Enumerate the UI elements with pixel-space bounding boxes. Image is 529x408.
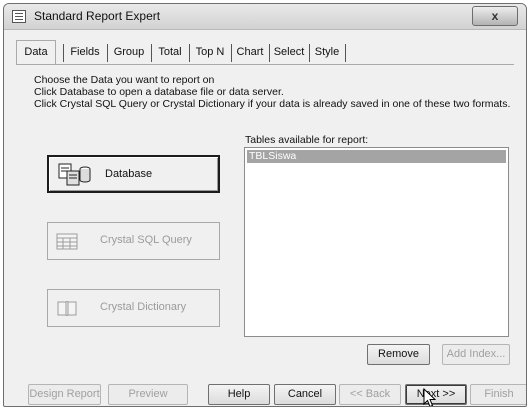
close-button[interactable]: x [472,6,518,26]
tables-available-label: Tables available for report: [245,134,369,146]
crystal-sql-query-label: Crystal SQL Query [100,234,192,246]
instruction-heading: Choose the Data you want to report on [34,74,215,86]
tab-separator [345,44,346,62]
crystal-dictionary-button[interactable]: Crystal Dictionary [47,289,220,327]
crystal-sql-query-button[interactable]: Crystal SQL Query [47,222,220,260]
tab-data[interactable]: Data [16,40,56,64]
add-index-button[interactable]: Add Index... [442,344,510,365]
help-button[interactable]: Help [208,384,270,405]
finish-button[interactable]: Finish [470,384,526,405]
tab-separator [231,44,232,62]
sql-query-icon [56,233,78,250]
tab-separator [189,44,190,62]
tables-listbox[interactable]: TBLSiswa [244,147,509,337]
tab-top-n[interactable]: Top N [192,42,228,64]
instruction-crystal: Click Crystal SQL Query or Crystal Dicti… [34,98,511,110]
tab-group[interactable]: Group [110,42,148,64]
back-button[interactable]: << Back [339,384,401,405]
instructions: Choose the Data you want to report on Cl… [34,74,510,110]
tab-chart[interactable]: Chart [234,42,266,64]
database-icon [58,163,91,186]
tab-fields[interactable]: Fields [66,42,104,64]
crystal-dictionary-label: Crystal Dictionary [100,301,187,313]
tab-separator [63,44,64,62]
design-report-button[interactable]: Design Report [28,384,101,405]
window-title: Standard Report Expert [34,9,161,23]
table-list-item[interactable]: TBLSiswa [247,150,506,163]
dictionary-book-icon [57,301,77,316]
database-button-label: Database [105,168,153,180]
tab-separator [107,44,108,62]
title-bar[interactable]: Standard Report Expert x [4,4,526,30]
tab-total[interactable]: Total [154,42,186,64]
instruction-database: Click Database to open a database file o… [34,86,284,98]
preview-sample-button[interactable]: Preview Sample [108,384,188,405]
cancel-button[interactable]: Cancel [274,384,336,405]
standard-report-expert-dialog: Standard Report Expert x Data Fields Gro… [3,3,527,407]
tab-separator [151,44,152,62]
tab-separator [269,44,270,62]
tab-separator [309,44,310,62]
tab-style[interactable]: Style [312,42,342,64]
tab-panel-border [16,64,514,65]
mouse-pointer-icon [423,388,437,406]
tab-select[interactable]: Select [272,42,306,64]
report-window-icon [12,10,26,23]
database-button[interactable]: Database [47,155,220,193]
remove-button[interactable]: Remove [367,344,430,365]
